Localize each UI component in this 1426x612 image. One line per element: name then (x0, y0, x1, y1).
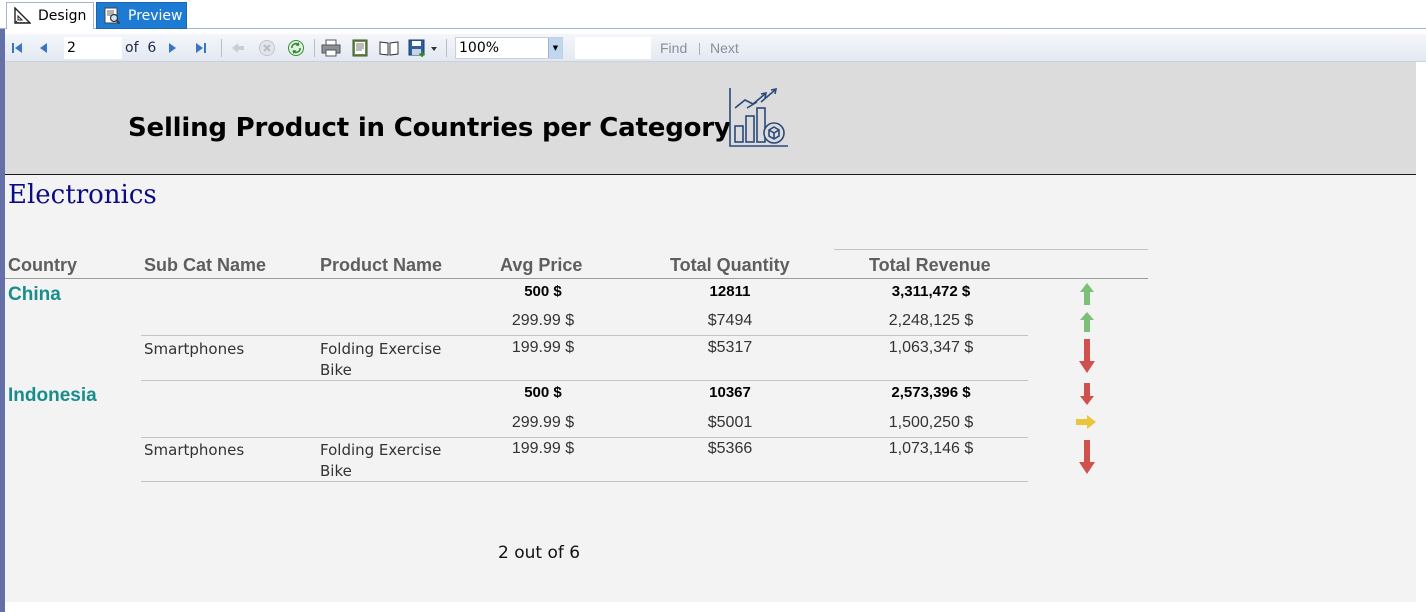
tab-design[interactable]: Design (6, 2, 94, 29)
indonesia-row1-total-qty: $5001 (707, 414, 753, 431)
back-icon[interactable] (228, 38, 248, 58)
trend-up-icon (1077, 311, 1097, 338)
china-row2-product-line2: Bike (320, 361, 352, 379)
previous-page-icon[interactable] (34, 38, 54, 58)
find-input[interactable] (575, 37, 651, 59)
toolbar-separator (446, 39, 447, 57)
view-tab-strip: Design Preview (0, 0, 1426, 29)
trend-down-icon (1077, 382, 1097, 411)
china-row2-total-revenue: 1,063,347 $ (888, 339, 974, 356)
page-footer: 2 out of 6 (498, 543, 581, 563)
print-layout-icon[interactable] (350, 38, 370, 58)
country-label-indonesia: Indonesia (8, 385, 97, 406)
tab-design-label: Design (38, 8, 87, 24)
indonesia-row2-avg-price: 199.99 $ (511, 440, 575, 457)
indonesia-summary-total-qty: 10367 (709, 384, 751, 401)
report-page: Selling Product in Countries per Categor… (5, 62, 1416, 602)
chevron-down-icon[interactable]: ▼ (548, 38, 562, 58)
next-page-icon[interactable] (162, 38, 182, 58)
row-rule (141, 335, 1028, 336)
find-button[interactable]: Find (660, 40, 687, 56)
china-row1-avg-price: 299.99 $ (511, 312, 575, 329)
china-row1-total-revenue: 2,248,125 $ (888, 312, 974, 329)
china-row2-total-qty: $5317 (707, 339, 753, 356)
indonesia-summary-total-revenue: 2,573,396 $ (891, 384, 971, 401)
toolbar-separator (221, 39, 222, 57)
tab-preview-label: Preview (128, 7, 183, 24)
indonesia-row2-sub-cat: Smartphones (144, 441, 245, 459)
indonesia-summary-avg-price: 500 $ (524, 384, 562, 401)
report-toolbar: 2 of 6 100% ▼ Find Next (5, 34, 1426, 62)
stop-icon[interactable] (257, 38, 277, 58)
zoom-select[interactable]: 100% ▼ (455, 37, 563, 59)
trend-down-icon (1077, 338, 1097, 379)
row-rule (141, 481, 1028, 482)
china-row2-avg-price: 199.99 $ (511, 339, 575, 356)
col-header-country: Country (8, 255, 77, 275)
indonesia-row2-product-line2: Bike (320, 462, 352, 480)
find-next-button[interactable]: Next (710, 40, 739, 56)
of-pages-label: of 6 (125, 40, 156, 56)
indonesia-row2-total-revenue: 1,073,146 $ (888, 440, 974, 457)
china-summary-total-qty: 12811 (709, 283, 751, 300)
trend-neutral-icon (1075, 414, 1096, 435)
preview-icon (103, 7, 121, 25)
report-viewer-window: Design Preview 2 of 6 100% ▼ Find Next S… (0, 0, 1426, 612)
of-label: of (125, 40, 139, 56)
trend-up-icon (1077, 282, 1097, 311)
category-heading: Electronics (8, 180, 157, 210)
header-bottom-rule (5, 278, 1148, 279)
indonesia-row1-avg-price: 299.99 $ (511, 414, 575, 431)
trend-down-icon (1077, 439, 1097, 480)
country-label-china: China (8, 284, 61, 305)
ruler-triangle-icon (13, 6, 32, 25)
report-title: Selling Product in Countries per Categor… (128, 113, 731, 143)
first-page-icon[interactable] (7, 38, 27, 58)
china-row2-sub-cat: Smartphones (144, 340, 245, 358)
china-row1-total-qty: $7494 (707, 312, 753, 329)
report-header: Selling Product in Countries per Categor… (5, 62, 1416, 175)
row-rule (141, 380, 1028, 381)
china-summary-avg-price: 500 $ (524, 283, 562, 300)
row-rule (141, 437, 1028, 438)
header-top-rule (834, 249, 1148, 250)
page-setup-icon[interactable] (379, 38, 399, 58)
refresh-icon[interactable] (286, 38, 306, 58)
zoom-value: 100% (459, 40, 500, 56)
last-page-icon[interactable] (191, 38, 211, 58)
growth-chart-logo (727, 86, 789, 148)
indonesia-row1-total-revenue: 1,500,250 $ (888, 414, 974, 431)
export-save-icon[interactable] (408, 38, 438, 58)
indonesia-row2-total-qty: $5366 (707, 440, 753, 457)
current-page-input[interactable]: 2 (64, 37, 122, 59)
china-row2-product-line1: Folding Exercise (320, 340, 442, 358)
toolbar-separator (314, 39, 315, 57)
report-bottom-margin (5, 602, 1426, 612)
col-header-avg-price: Avg Price (500, 255, 583, 275)
indonesia-row2-product-line1: Folding Exercise (320, 441, 442, 459)
find-next-separator (699, 43, 700, 55)
print-icon[interactable] (321, 38, 341, 58)
col-header-total-qty: Total Quantity (670, 255, 790, 275)
col-header-total-revenue: Total Revenue (869, 255, 991, 275)
tab-preview[interactable]: Preview (96, 2, 187, 29)
china-summary-total-revenue: 3,311,472 $ (891, 283, 971, 300)
col-header-sub-cat: Sub Cat Name (144, 255, 267, 275)
total-pages: 6 (147, 40, 157, 56)
col-header-product: Product Name (320, 255, 443, 275)
